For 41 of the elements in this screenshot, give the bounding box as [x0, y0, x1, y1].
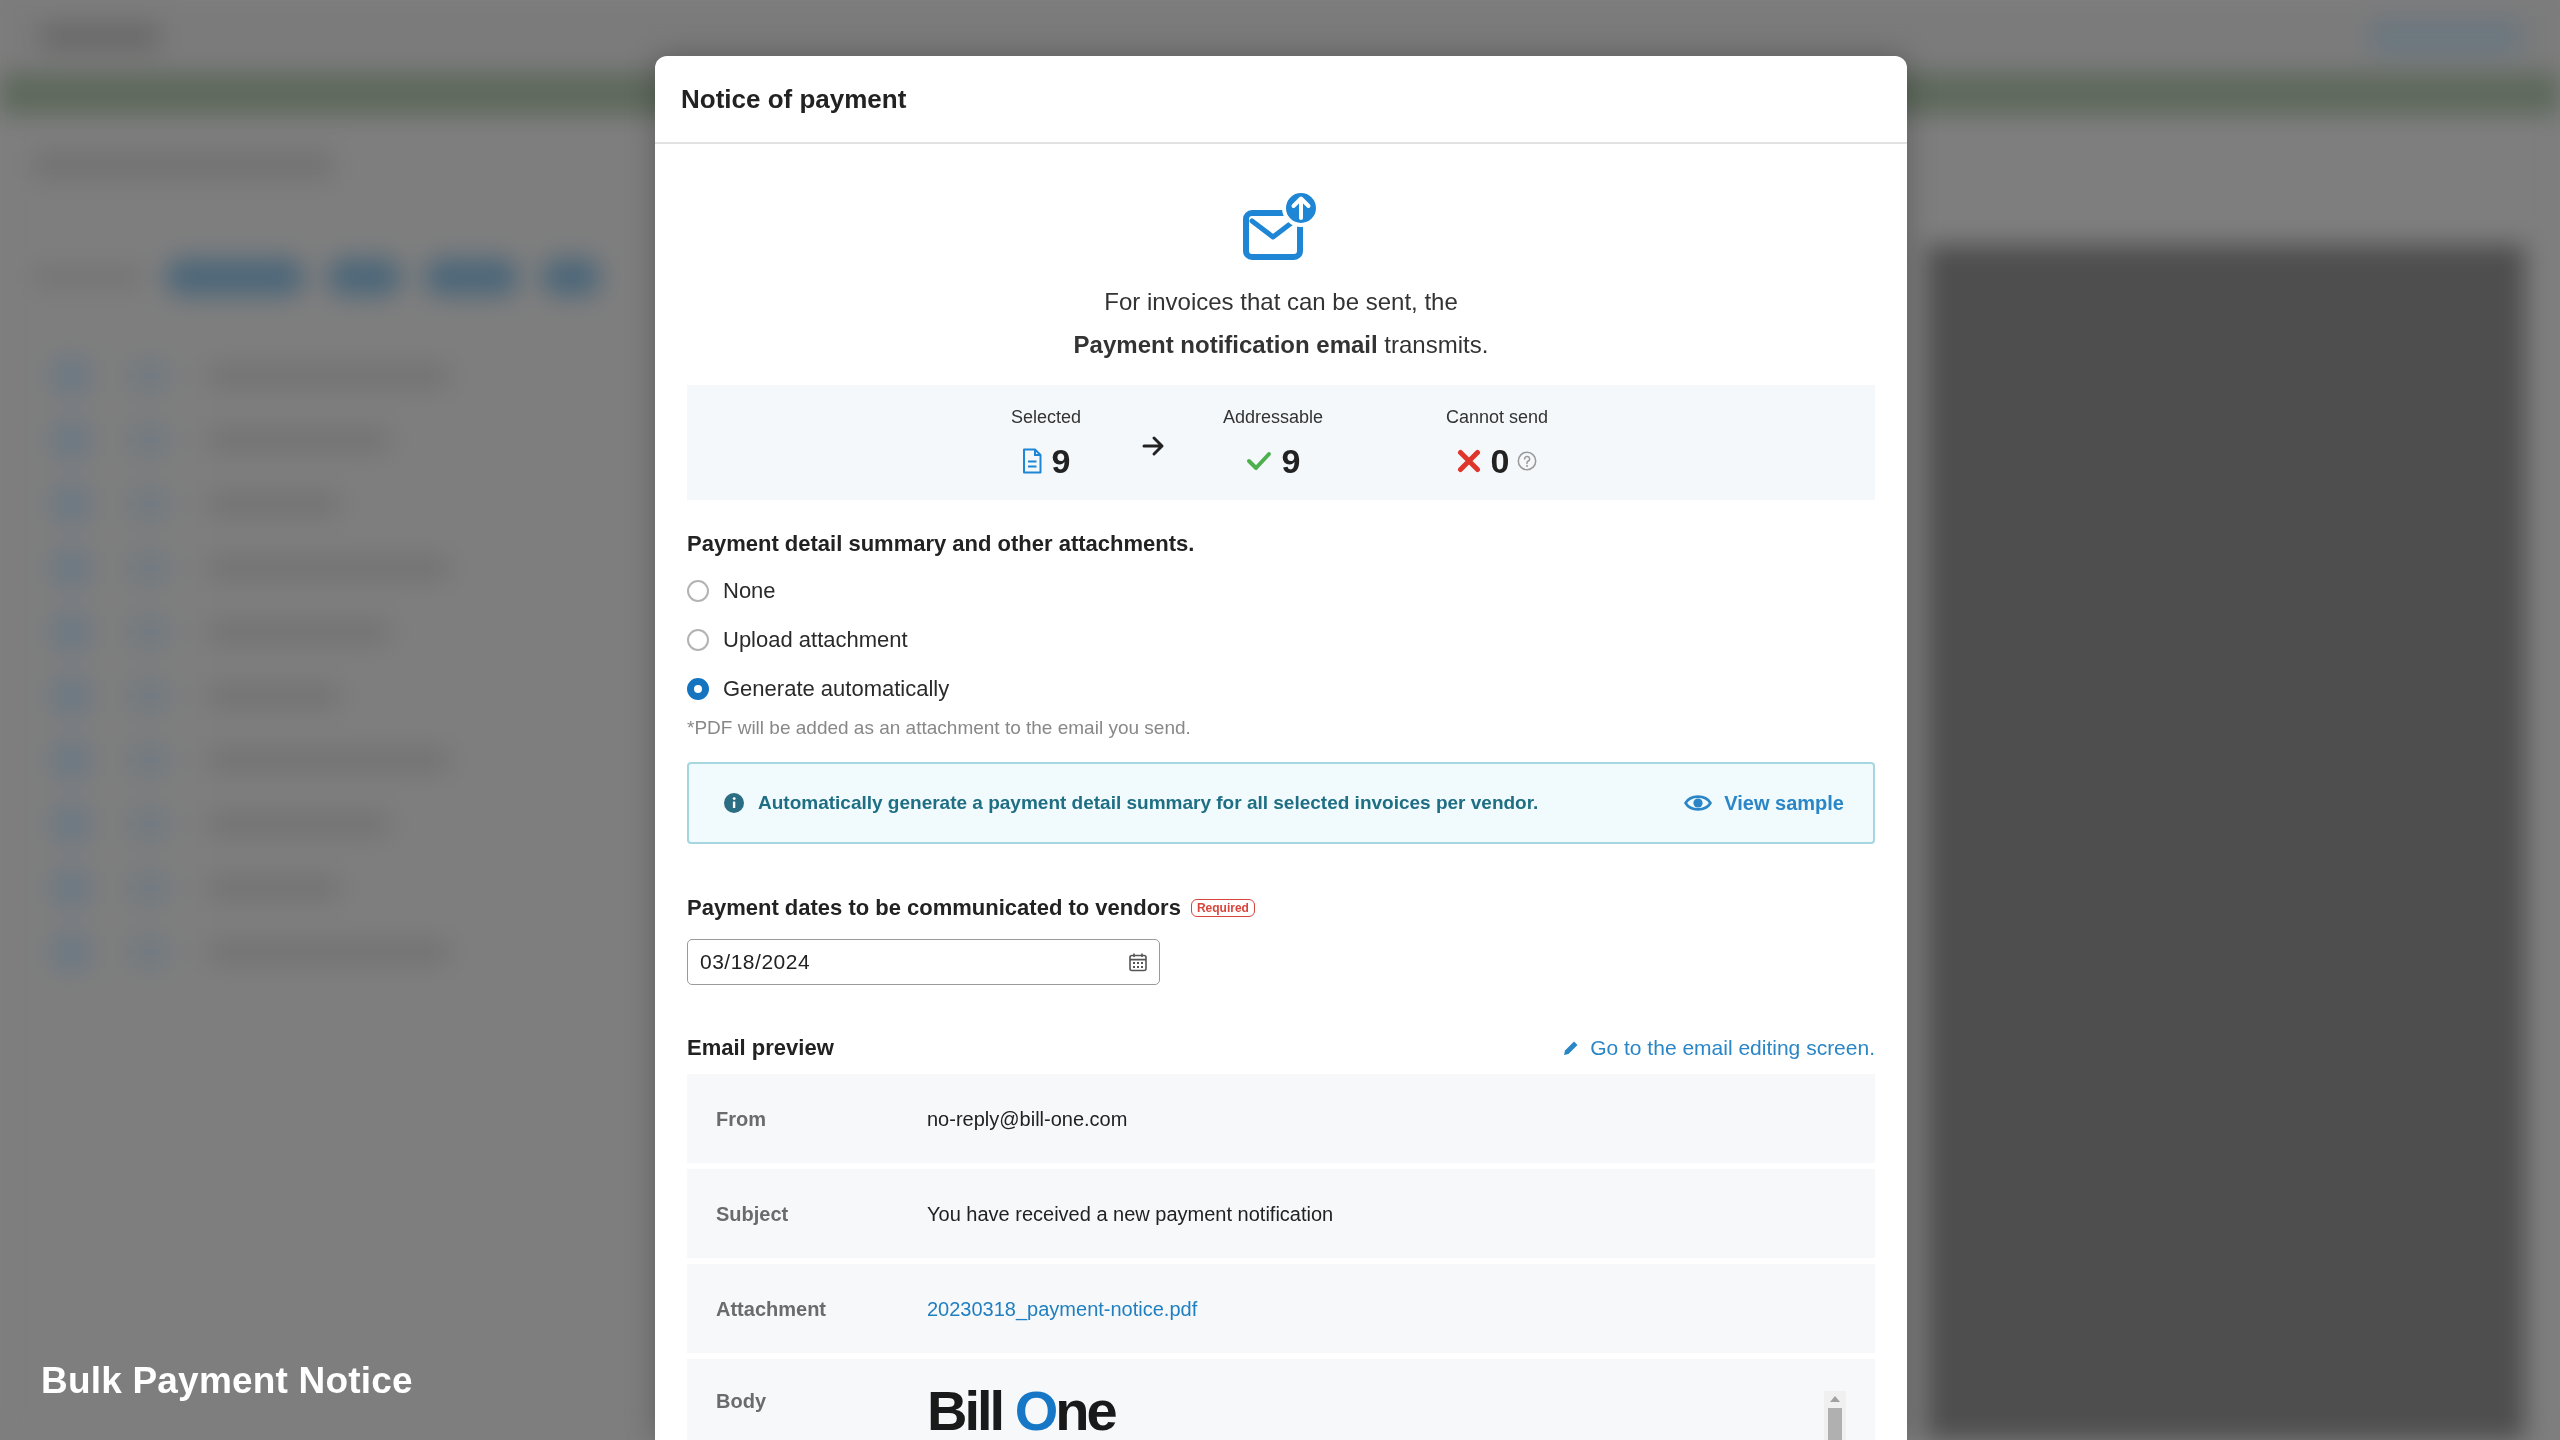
help-icon[interactable]	[1517, 450, 1538, 471]
count-value: 9	[1281, 440, 1301, 481]
brand-logo: Bill One	[927, 1386, 1115, 1436]
section-heading: Payment detail summary and other attachments.	[687, 530, 1196, 558]
count-label: Selected	[1010, 405, 1082, 429]
field-value: no-reply@bill-one.com	[927, 1106, 1128, 1132]
document-icon	[1021, 447, 1042, 474]
view-sample-link[interactable]: View sample	[1684, 791, 1844, 815]
info-icon	[724, 793, 744, 813]
eye-icon	[1684, 793, 1713, 813]
radio-button[interactable]	[687, 677, 709, 700]
count-label: Cannot send	[1445, 405, 1549, 429]
scrollbar[interactable]	[1824, 1391, 1846, 1440]
count-label: Addressable	[1222, 405, 1324, 429]
cross-icon	[1456, 448, 1481, 473]
intro-text: For invoices that can be sent, the Payment notification email transmits.	[1072, 287, 1490, 360]
radio-label[interactable]: Upload attachment	[723, 625, 908, 654]
radio-label[interactable]: Generate automatically	[723, 674, 950, 703]
edit-email-link[interactable]: Go to the email editing screen.	[1562, 1036, 1875, 1060]
dialog-title: Notice of payment	[681, 83, 907, 115]
field-label: Body	[716, 1389, 767, 1414]
required-badge: Required	[1190, 899, 1255, 917]
check-icon	[1245, 450, 1272, 471]
video-caption: Bulk Payment Notice	[41, 1359, 413, 1403]
count-value: 0	[1490, 440, 1510, 481]
email-preview-heading: Email preview	[687, 1034, 834, 1062]
field-label: Subject	[716, 1201, 790, 1227]
arrow-right-icon	[1142, 434, 1166, 457]
count-value: 9	[1051, 440, 1071, 481]
date-field-label: Payment dates to be communicated to vendors	[687, 894, 1181, 922]
calendar-icon[interactable]	[1128, 952, 1148, 972]
date-field[interactable]: 03/18/2024	[687, 939, 1160, 985]
field-value: You have received a new payment notification	[927, 1201, 1334, 1227]
note-text: *PDF will be added as an attachment to the email you send.	[687, 716, 1192, 740]
attachment-link[interactable]: 20230318_payment-notice.pdf	[927, 1294, 1198, 1323]
radio-button[interactable]	[687, 579, 709, 602]
radio-button[interactable]	[687, 628, 709, 651]
radio-label[interactable]: None	[723, 576, 776, 605]
field-label: Attachment	[716, 1296, 827, 1322]
field-label: From	[716, 1106, 767, 1132]
info-message: Automatically generate a payment detail summary for all selected invoices per vendor.	[758, 792, 1539, 814]
